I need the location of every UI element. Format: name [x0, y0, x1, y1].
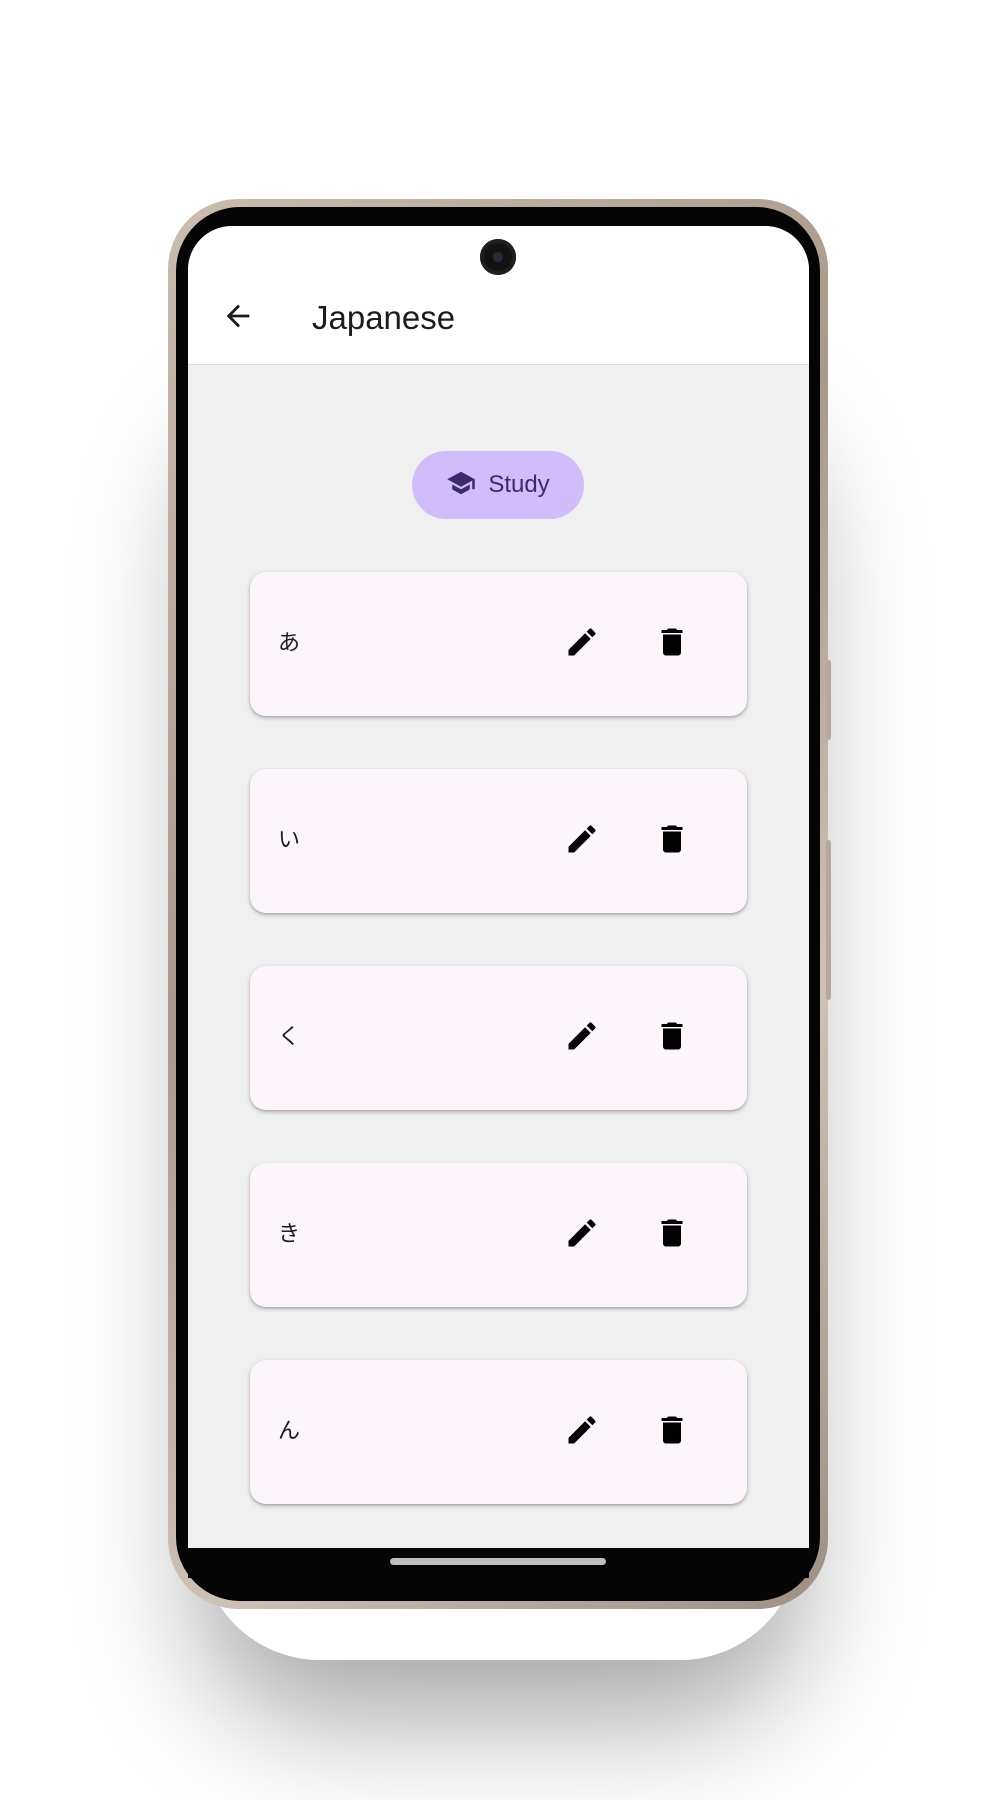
- list-item[interactable]: ん: [250, 1360, 747, 1504]
- edit-pencil-icon: [564, 1215, 600, 1255]
- back-button[interactable]: [218, 298, 258, 338]
- edit-button[interactable]: [562, 1018, 602, 1058]
- trash-icon: [654, 1215, 690, 1255]
- app-screen: Japanese Study あ い く き ん: [188, 226, 809, 1548]
- arrow-back-icon: [221, 299, 255, 337]
- volume-button: [826, 660, 831, 740]
- delete-button[interactable]: [652, 1215, 692, 1255]
- card-text: い: [278, 828, 301, 853]
- front-camera: [480, 239, 516, 275]
- edit-button[interactable]: [562, 1412, 602, 1452]
- card-text: あ: [278, 631, 301, 656]
- card-text: ん: [278, 1419, 301, 1444]
- delete-button[interactable]: [652, 821, 692, 861]
- edit-button[interactable]: [562, 1215, 602, 1255]
- edit-button[interactable]: [562, 624, 602, 664]
- trash-icon: [654, 624, 690, 664]
- device-mockup: Japanese Study あ い く き ん: [0, 0, 1000, 1800]
- list-item[interactable]: く: [250, 966, 747, 1110]
- edit-pencil-icon: [564, 1412, 600, 1452]
- page-title: Japanese: [312, 299, 456, 336]
- school-cap-icon: [446, 468, 476, 502]
- delete-button[interactable]: [652, 624, 692, 664]
- power-button: [826, 840, 831, 1000]
- trash-icon: [654, 1412, 690, 1452]
- list-item[interactable]: あ: [250, 572, 747, 716]
- home-indicator[interactable]: [390, 1558, 606, 1565]
- edit-pencil-icon: [564, 1018, 600, 1058]
- card-text: く: [278, 1025, 301, 1050]
- edit-pencil-icon: [564, 821, 600, 861]
- study-button[interactable]: Study: [412, 451, 584, 519]
- edit-pencil-icon: [564, 624, 600, 664]
- delete-button[interactable]: [652, 1412, 692, 1452]
- trash-icon: [654, 1018, 690, 1058]
- trash-icon: [654, 821, 690, 861]
- list-item[interactable]: い: [250, 769, 747, 913]
- edit-button[interactable]: [562, 821, 602, 861]
- list-item[interactable]: き: [250, 1163, 747, 1307]
- card-text: き: [278, 1222, 301, 1247]
- study-button-label: Study: [488, 471, 550, 498]
- delete-button[interactable]: [652, 1018, 692, 1058]
